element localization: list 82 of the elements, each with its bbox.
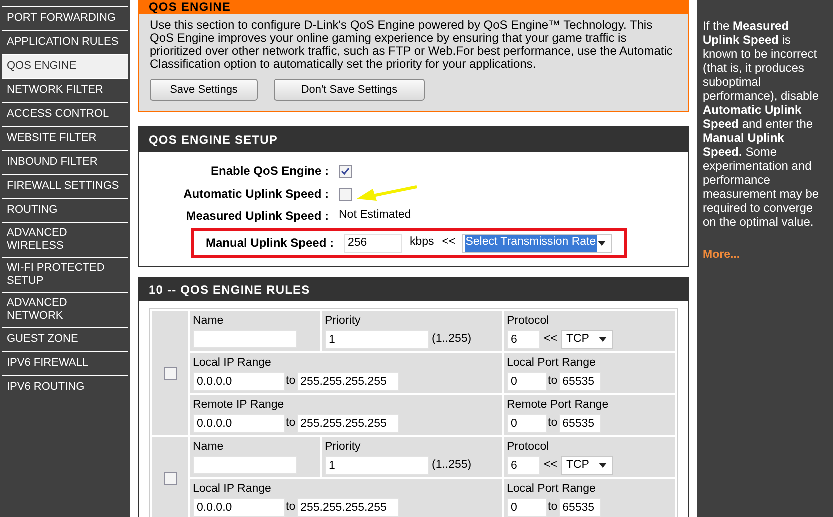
sidebar-item[interactable]: ADVANCED NETWORK (2, 292, 128, 327)
field-label: Local Port Range (507, 482, 597, 496)
sidebar-item[interactable]: WEBSITE FILTER (2, 126, 128, 150)
input-field[interactable] (193, 456, 297, 474)
more-link[interactable]: More... (703, 247, 827, 264)
section-title: 10 -- QOS ENGINE RULES (139, 278, 688, 301)
settings-button[interactable]: Don't Save Settings (274, 79, 425, 101)
sidebar-item[interactable]: PORT FORWARDING (2, 6, 128, 30)
sidebar-item[interactable]: INBOUND FILTER (2, 150, 128, 174)
sidebar-item[interactable]: IPV6 FIREWALL (2, 351, 128, 375)
input-field[interactable]: 6 (507, 330, 540, 349)
input-field[interactable]: 0.0.0.0 (193, 414, 285, 433)
to-label: to (548, 374, 558, 389)
arrow-label: << (442, 235, 456, 250)
sidebar-item[interactable]: NETWORK FILTER (2, 78, 128, 102)
field-label: Priority (325, 314, 362, 328)
input-field[interactable]: 255.255.255.255 (296, 498, 399, 517)
field-label: Name (193, 314, 225, 328)
input-field[interactable]: 65535 (558, 414, 601, 433)
input-field[interactable]: 0.0.0.0 (193, 372, 285, 391)
input-field[interactable]: 255.255.255.255 (296, 414, 399, 433)
input-field[interactable]: 255.255.255.255 (296, 372, 399, 391)
to-label: to (286, 500, 296, 515)
dropdown[interactable]: Select Transmission Rate (462, 234, 612, 252)
sidebar-item[interactable]: ROUTING (2, 198, 128, 222)
intro-text: Use this section to configure D-Link's QoS Engine powered by QoS Engine™ Technology. This QoS Engine improves your online gaming experience by ensuring that your game traffic is prioritized over other network traffic, such as FTP or Web.For best performance, use the Automatic Classification option to automatically set the priority for your applications. (150, 19, 674, 71)
arrow-label: << (544, 332, 558, 347)
field-label: Enable QoS Engine : (210, 163, 330, 180)
sidebar-item[interactable]: WI-FI PROTECTED SETUP (2, 257, 128, 292)
section-title: QOS ENGINE (139, 1, 688, 14)
input-field[interactable]: 0 (507, 372, 547, 391)
field-label: Name (193, 440, 225, 454)
input-field[interactable]: 65535 (558, 372, 601, 391)
range-hint: (1..255) (432, 458, 472, 473)
dropdown[interactable]: TCP (561, 456, 614, 475)
to-label: to (548, 500, 558, 515)
section-title: QOS ENGINE SETUP (139, 127, 688, 152)
checkbox[interactable] (339, 188, 352, 200)
caret-icon (598, 240, 606, 246)
sidebar-item[interactable]: IPV6 ROUTING (2, 375, 128, 399)
field-label: Remote Port Range (507, 398, 610, 412)
arrow-label: << (544, 458, 558, 473)
field-label: Automatic Uplink Speed : (182, 186, 330, 203)
input-field[interactable]: 0 (507, 498, 547, 517)
to-label: to (286, 374, 296, 389)
field-label: Remote IP Range (193, 398, 286, 412)
field-label: Local IP Range (193, 482, 272, 496)
checkbox[interactable] (339, 164, 352, 178)
field-label: Manual Uplink Speed : (204, 235, 335, 252)
input-field[interactable]: 0.0.0.0 (193, 498, 285, 517)
check-icon (341, 166, 350, 176)
sidebar-item[interactable]: QOS ENGINE (2, 54, 128, 78)
checkbox[interactable] (164, 472, 176, 484)
input-field[interactable]: 65535 (558, 498, 601, 517)
caret-icon (599, 463, 608, 468)
sidebar-item[interactable]: ADVANCED WIRELESS (2, 222, 128, 257)
field-label: Local Port Range (507, 356, 597, 370)
range-hint: (1..255) (432, 332, 472, 347)
input-field[interactable] (193, 330, 297, 348)
to-label: to (286, 416, 296, 431)
checkbox[interactable] (164, 366, 176, 380)
to-label: to (548, 416, 558, 431)
field-label: Protocol (507, 440, 550, 454)
unit-label: kbps (410, 235, 434, 250)
field-label: Local IP Range (193, 356, 272, 370)
field-label: Protocol (507, 314, 550, 328)
measured-value: Not Estimated (339, 208, 412, 224)
settings-button[interactable]: Save Settings (150, 79, 258, 101)
sidebar-item[interactable]: FIREWALL SETTINGS (2, 174, 128, 198)
sidebar-item[interactable]: GUEST ZONE (2, 327, 128, 351)
help-text: If the Measured Uplink Speed is known to be incorrect (that is, it produces suboptimal performance), disable Automatic Uplink Speed and enter the Manual Uplink Speed. Some experimentation and performance measurement may be required to converge on the optimal value. (703, 19, 820, 229)
caret-icon (599, 337, 608, 342)
field-label: Priority (325, 440, 362, 454)
input-field[interactable]: 6 (507, 456, 540, 475)
field-label: Measured Uplink Speed : (185, 208, 330, 225)
input-field[interactable]: 256 (344, 234, 402, 252)
dropdown[interactable]: TCP (561, 330, 614, 349)
input-field[interactable]: 1 (325, 456, 429, 475)
sidebar-item[interactable]: ACCESS CONTROL (2, 102, 128, 126)
pointer-arrow-icon (355, 185, 419, 203)
input-field[interactable]: 1 (325, 330, 429, 349)
input-field[interactable]: 0 (507, 414, 547, 433)
